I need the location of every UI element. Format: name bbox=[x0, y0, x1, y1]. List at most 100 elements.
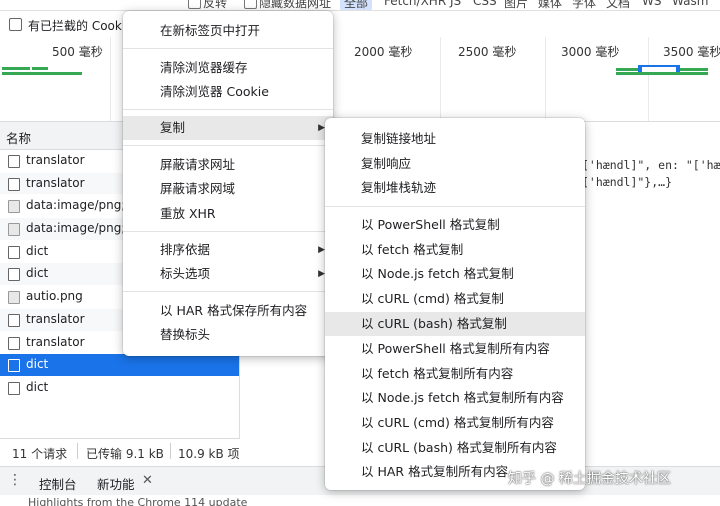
timeline-overview[interactable]: 500 毫秒 2000 毫秒 2500 毫秒 3000 毫秒 3500 毫秒 bbox=[0, 37, 720, 122]
type-filter-img[interactable]: 图片 bbox=[504, 0, 528, 10]
invert-label: 反转 bbox=[203, 0, 228, 10]
type-filter-css[interactable]: CSS bbox=[473, 0, 497, 8]
more-options-icon[interactable]: ⋮ bbox=[8, 473, 22, 487]
table-row[interactable]: dict bbox=[0, 377, 239, 400]
timeline-bar bbox=[2, 72, 82, 75]
hide-data-urls-label: 隐藏数据网址 bbox=[259, 0, 332, 10]
type-filter-media[interactable]: 媒体 bbox=[538, 0, 562, 10]
request-count: 11 个请求 bbox=[12, 447, 68, 461]
menu-open-in-new-tab[interactable]: 在新标签页中打开 bbox=[123, 19, 333, 43]
menu-clear-cookies[interactable]: 清除浏览器 Cookie bbox=[123, 80, 333, 104]
hide-data-urls-checkbox[interactable] bbox=[244, 0, 257, 9]
image-file-icon bbox=[8, 291, 20, 305]
document-file-icon bbox=[8, 155, 20, 168]
document-file-icon bbox=[8, 381, 20, 395]
menu-copy-all-as-powershell[interactable]: 以 PowerShell 格式复制所有内容 bbox=[325, 337, 585, 361]
menu-replay-xhr[interactable]: 重放 XHR bbox=[123, 202, 333, 226]
copy-submenu: 复制链接地址 复制响应 复制堆栈轨迹 以 PowerShell 格式复制 以 f… bbox=[325, 118, 585, 490]
request-name: translator bbox=[26, 334, 85, 349]
menu-separator bbox=[325, 206, 585, 207]
whats-new-headline: Highlights from the Chrome 114 update bbox=[28, 496, 248, 506]
timeline-tick-label: 2500 毫秒 bbox=[458, 45, 517, 59]
type-filter-font[interactable]: 字体 bbox=[572, 0, 596, 10]
menu-sort-by[interactable]: 排序依据 ▶ bbox=[123, 238, 333, 262]
request-name: data:image/png;b bbox=[26, 198, 133, 213]
filter-bar: 反转 隐藏数据网址 全部 Fetch/XHR JS CSS 图片 媒体 字体 文… bbox=[0, 0, 720, 11]
timeline-bar bbox=[616, 72, 708, 75]
tab-console[interactable]: 控制台 bbox=[39, 474, 77, 493]
menu-copy-all-as-curl-cmd[interactable]: 以 cURL (cmd) 格式复制所有内容 bbox=[325, 411, 585, 435]
menu-separator bbox=[123, 48, 333, 49]
type-filter-ws[interactable]: WS bbox=[642, 0, 661, 8]
timeline-gridline bbox=[440, 37, 441, 121]
blocked-cookies-label: 有已拦截的 Cookie bbox=[28, 19, 133, 33]
type-filter-doc[interactable]: 文档 bbox=[606, 0, 630, 10]
resources-size: 10.9 kB 项 bbox=[178, 447, 240, 461]
image-file-icon bbox=[8, 200, 20, 214]
image-file-icon bbox=[8, 223, 20, 237]
menu-copy-all-as-curl-bash[interactable]: 以 cURL (bash) 格式复制所有内容 bbox=[325, 436, 585, 460]
menu-block-request-url[interactable]: 屏蔽请求网址 bbox=[123, 153, 333, 177]
request-name: translator bbox=[26, 153, 85, 167]
menu-copy-as-nodejs-fetch[interactable]: 以 Node.js fetch 格式复制 bbox=[325, 262, 585, 286]
timeline-gridline bbox=[110, 37, 111, 121]
menu-copy-stack-trace[interactable]: 复制堆栈轨迹 bbox=[325, 176, 585, 200]
blocked-cookies-checkbox[interactable] bbox=[9, 18, 22, 31]
menu-copy-as-fetch[interactable]: 以 fetch 格式复制 bbox=[325, 238, 585, 262]
menu-block-request-domain[interactable]: 屏蔽请求网域 bbox=[123, 177, 333, 201]
timeline-gridline bbox=[545, 37, 546, 121]
menu-copy-response[interactable]: 复制响应 bbox=[325, 152, 585, 176]
table-row[interactable]: dict bbox=[0, 354, 239, 377]
timeline-bar bbox=[32, 67, 48, 70]
network-status-bar: 11 个请求 已传输 9.1 kB 10.9 kB 项 bbox=[0, 438, 240, 465]
document-file-icon bbox=[8, 313, 20, 327]
close-tab-icon[interactable]: ✕ bbox=[142, 473, 153, 488]
response-line: ['hændl]"},…} bbox=[582, 175, 673, 189]
document-file-icon bbox=[8, 336, 20, 350]
request-name: data:image/png;b bbox=[26, 221, 133, 236]
chevron-right-icon: ▶ bbox=[318, 123, 325, 133]
timeline-tick-label: 2000 毫秒 bbox=[354, 45, 413, 59]
timeline-gridline bbox=[648, 37, 649, 121]
timeline-tick-label: 3000 毫秒 bbox=[561, 45, 620, 59]
menu-copy-all-as-fetch[interactable]: 以 fetch 格式复制所有内容 bbox=[325, 362, 585, 386]
menu-copy-as-powershell[interactable]: 以 PowerShell 格式复制 bbox=[325, 213, 585, 237]
timeline-tick-label: 500 毫秒 bbox=[52, 45, 103, 59]
menu-copy-all-as-nodejs-fetch[interactable]: 以 Node.js fetch 格式复制所有内容 bbox=[325, 386, 585, 410]
timeline-bar bbox=[2, 67, 30, 70]
type-filter-xhr[interactable]: Fetch/XHR bbox=[384, 0, 446, 8]
menu-separator bbox=[123, 145, 333, 146]
request-name: autio.png bbox=[26, 289, 83, 304]
menu-copy-as-curl-bash[interactable]: 以 cURL (bash) 格式复制 bbox=[325, 312, 585, 336]
request-name: translator bbox=[26, 311, 85, 326]
transferred-size: 已传输 9.1 kB bbox=[86, 447, 164, 461]
document-file-icon bbox=[8, 268, 20, 282]
request-name: dict bbox=[26, 243, 49, 258]
document-file-icon bbox=[8, 359, 20, 373]
menu-clear-cache[interactable]: 清除浏览器缓存 bbox=[123, 56, 333, 80]
request-name: translator bbox=[26, 175, 85, 190]
status-separator bbox=[77, 443, 78, 459]
menu-copy[interactable]: 复制 ▶ bbox=[123, 116, 333, 140]
type-filter-js[interactable]: JS bbox=[450, 0, 461, 8]
invert-checkbox[interactable] bbox=[188, 0, 201, 9]
request-context-menu: 在新标签页中打开 清除浏览器缓存 清除浏览器 Cookie 复制 ▶ 屏蔽请求网址… bbox=[123, 11, 333, 356]
menu-copy-link-address[interactable]: 复制链接地址 bbox=[325, 127, 585, 151]
menu-save-all-as-har[interactable]: 以 HAR 格式保存所有内容 bbox=[123, 299, 333, 323]
document-file-icon bbox=[8, 177, 20, 191]
type-filter-all[interactable]: 全部 bbox=[340, 0, 373, 10]
watermark-text: 知乎 @ 稀土掘金技术社区 bbox=[508, 471, 671, 487]
request-name: dict bbox=[26, 379, 49, 394]
chevron-right-icon: ▶ bbox=[318, 269, 325, 279]
request-name: dict bbox=[26, 357, 49, 372]
menu-copy-as-curl-cmd[interactable]: 以 cURL (cmd) 格式复制 bbox=[325, 287, 585, 311]
menu-override-headers[interactable]: 替换标头 bbox=[123, 323, 333, 347]
timeline-bar bbox=[680, 68, 708, 71]
response-line: ['hændl]", en: "['hæ bbox=[582, 158, 720, 172]
status-separator bbox=[170, 443, 171, 459]
whats-new-content: Highlights from the Chrome 114 update bbox=[0, 495, 720, 506]
name-column-title: 名称 bbox=[6, 131, 32, 146]
menu-header-options[interactable]: 标头选项 ▶ bbox=[123, 262, 333, 286]
timeline-tick-label: 3500 毫秒 bbox=[663, 45, 720, 59]
type-filter-wasm[interactable]: Wasm bbox=[672, 0, 708, 8]
